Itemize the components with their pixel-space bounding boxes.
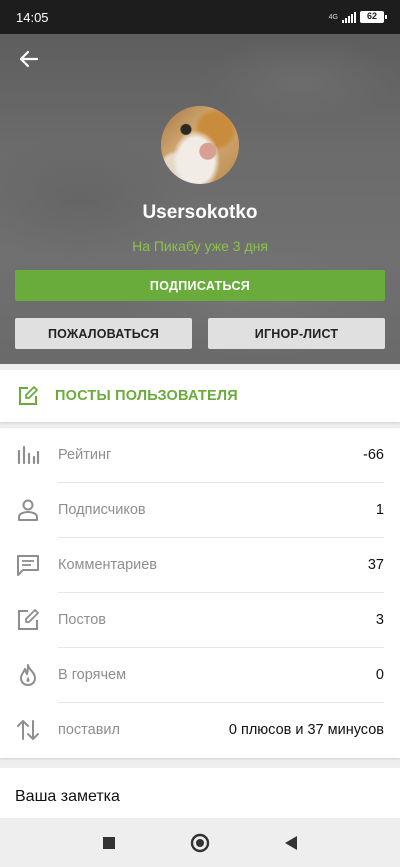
stat-value: 37 xyxy=(367,557,384,573)
subscribe-button[interactable]: ПОДПИСАТЬСЯ xyxy=(15,270,385,301)
system-nav-bar xyxy=(0,818,400,867)
stat-label: Рейтинг xyxy=(58,447,112,463)
stat-value: 3 xyxy=(375,612,384,628)
profile-header: 14:05 4G 62 Usersokotko На Пикабу уже 3 … xyxy=(0,0,400,364)
note-title: Ваша заметка xyxy=(15,788,120,805)
complain-button[interactable]: ПОЖАЛОВАТЬСЯ xyxy=(15,318,192,349)
comments-icon xyxy=(17,555,39,576)
stat-label: В горячем xyxy=(58,667,127,683)
stat-label: Постов xyxy=(58,612,106,628)
stat-row-hot: В горячем 0 xyxy=(0,648,400,703)
stat-row-subscribers: Подписчиков 1 xyxy=(0,483,400,538)
recents-button[interactable] xyxy=(98,832,120,854)
network-type: 4G xyxy=(328,13,338,21)
posts-icon xyxy=(18,609,39,630)
stat-label: Комментариев xyxy=(58,557,157,573)
status-time: 14:05 xyxy=(16,9,49,25)
edit-icon xyxy=(19,386,38,405)
swap-vertical-icon xyxy=(17,720,39,740)
stat-value: 0 xyxy=(375,667,384,683)
home-button[interactable] xyxy=(189,832,211,854)
back-nav-button[interactable] xyxy=(280,832,302,854)
status-indicators: 4G 62 xyxy=(328,11,387,23)
rating-icon xyxy=(17,445,40,465)
user-posts-label: ПОСТЫ ПОЛЬЗОВАТЕЛЯ xyxy=(55,388,238,404)
stat-row-posts: Постов 3 xyxy=(0,593,400,648)
stat-row-comments: Комментариев 37 xyxy=(0,538,400,593)
stats-list: Рейтинг -66 Подписчиков 1 Комментариев 3… xyxy=(0,428,400,758)
stat-value: 1 xyxy=(375,502,384,518)
arrow-left-icon xyxy=(19,50,39,68)
stat-row-votes: поставил 0 плюсов и 37 минусов xyxy=(0,703,400,758)
flame-icon xyxy=(20,664,36,686)
ignore-list-button[interactable]: ИГНОР-ЛИСТ xyxy=(208,318,385,349)
battery-icon: 62 xyxy=(360,11,387,23)
user-posts-link[interactable]: ПОСТЫ ПОЛЬЗОВАТЕЛЯ xyxy=(0,370,400,422)
triangle-left-icon xyxy=(285,836,297,850)
avatar xyxy=(161,106,239,184)
status-bar: 14:05 4G 62 xyxy=(0,0,400,34)
circle-icon xyxy=(190,833,210,853)
stat-value: -66 xyxy=(363,447,384,463)
stat-row-rating: Рейтинг -66 xyxy=(0,428,400,483)
subscribers-icon xyxy=(18,499,38,521)
stat-label: поставил xyxy=(58,722,120,738)
square-icon xyxy=(103,837,115,849)
username: Usersokotko xyxy=(142,202,258,223)
signal-icon xyxy=(342,11,356,23)
battery-level: 62 xyxy=(366,11,377,21)
stat-value: 0 плюсов и 37 минусов xyxy=(228,722,384,738)
stat-label: Подписчиков xyxy=(58,502,146,518)
member-since: На Пикабу уже 3 дня xyxy=(132,238,268,254)
back-button[interactable] xyxy=(14,44,44,74)
